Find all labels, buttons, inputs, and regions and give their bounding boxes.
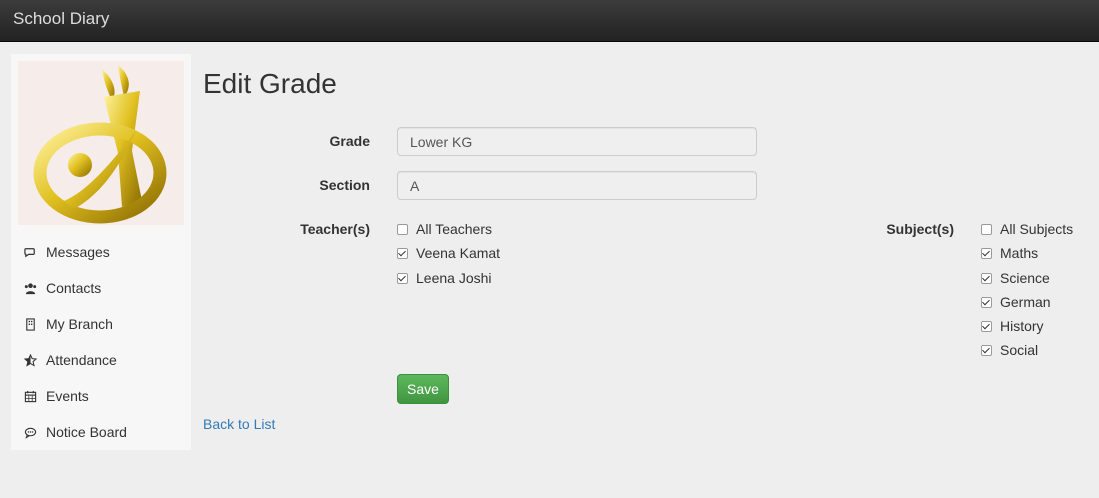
- comment-icon: [24, 426, 46, 439]
- brand-link[interactable]: School Diary: [13, 9, 109, 29]
- page-title: Edit Grade: [203, 68, 337, 99]
- checkbox-subject[interactable]: History: [981, 318, 1044, 334]
- checkbox-label: Social: [1000, 342, 1039, 358]
- torch-logo-icon: [33, 65, 167, 224]
- checkbox-subject[interactable]: Social: [981, 342, 1038, 358]
- checkbox-label: Veena Kamat: [416, 245, 501, 261]
- checkbox-subject[interactable]: German: [981, 294, 1051, 310]
- checkbox[interactable]: [981, 223, 992, 235]
- sidebar-item-label: Messages: [46, 244, 110, 260]
- checkbox[interactable]: [397, 247, 408, 259]
- checkbox-all-subjects[interactable]: All Subjects: [981, 221, 1073, 237]
- sidebar-item-label: Contacts: [46, 280, 102, 296]
- section-label: Section: [319, 177, 370, 193]
- checkbox-teacher[interactable]: Veena Kamat: [397, 245, 500, 261]
- checkbox-label: History: [1000, 318, 1044, 334]
- comments-icon: [24, 246, 46, 259]
- checkbox-label: All Teachers: [416, 221, 493, 237]
- section-input[interactable]: [397, 171, 757, 200]
- calendar-icon: [24, 390, 46, 403]
- sidebar-item-my-branch[interactable]: My Branch: [11, 306, 191, 342]
- sidebar-item-label: Notice Board: [46, 424, 127, 440]
- sidebar-item-events[interactable]: Events: [11, 378, 191, 414]
- sidebar-item-label: Events: [46, 388, 89, 404]
- checkbox[interactable]: [981, 320, 992, 332]
- checkbox[interactable]: [981, 272, 992, 284]
- users-icon: [24, 282, 46, 295]
- sidebar: Messages Contacts My Branch Attendance E…: [11, 54, 191, 450]
- sidebar-item-label: Attendance: [46, 352, 117, 368]
- back-to-list-link[interactable]: Back to List: [203, 416, 275, 432]
- star-half-icon: [24, 353, 46, 367]
- grade-input[interactable]: [397, 127, 757, 156]
- checkbox-all-teachers[interactable]: All Teachers: [397, 221, 492, 237]
- sidebar-item-notice-board[interactable]: Notice Board: [11, 414, 191, 450]
- checkbox[interactable]: [397, 223, 408, 235]
- checkbox-label: Leena Joshi: [416, 270, 492, 286]
- checkbox-label: All Subjects: [1000, 221, 1074, 237]
- sidebar-item-contacts[interactable]: Contacts: [11, 270, 191, 306]
- sidebar-nav: Messages Contacts My Branch Attendance E…: [11, 234, 191, 450]
- sidebar-item-messages[interactable]: Messages: [11, 234, 191, 270]
- checkbox-label: German: [1000, 294, 1051, 310]
- top-navbar: School Diary: [0, 0, 1099, 42]
- checkbox-label: Science: [1000, 270, 1050, 286]
- checkbox[interactable]: [397, 272, 408, 284]
- teachers-label: Teacher(s): [300, 221, 370, 237]
- grade-label: Grade: [329, 133, 370, 149]
- checkbox-subject[interactable]: Maths: [981, 245, 1038, 261]
- subjects-label: Subject(s): [886, 221, 954, 237]
- save-button[interactable]: Save: [397, 374, 449, 404]
- checkbox[interactable]: [981, 296, 992, 308]
- school-logo: [18, 61, 184, 225]
- checkbox-subject[interactable]: Science: [981, 270, 1050, 286]
- checkbox[interactable]: [981, 247, 992, 259]
- checkbox-label: Maths: [1000, 245, 1039, 261]
- sidebar-item-label: My Branch: [46, 316, 113, 332]
- building-icon: [24, 317, 46, 331]
- checkbox[interactable]: [981, 344, 992, 356]
- sidebar-item-attendance[interactable]: Attendance: [11, 342, 191, 378]
- checkbox-teacher[interactable]: Leena Joshi: [397, 270, 492, 286]
